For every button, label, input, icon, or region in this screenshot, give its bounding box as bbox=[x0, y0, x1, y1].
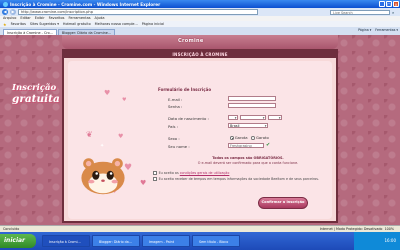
page-menu-button[interactable]: Página ▾ bbox=[358, 28, 371, 32]
start-button[interactable]: iniciar bbox=[0, 234, 36, 248]
taskbar-item[interactable]: Sem título - Bloco bbox=[192, 235, 240, 247]
system-tray: 16:00 bbox=[354, 232, 400, 250]
email-field[interactable] bbox=[228, 96, 276, 101]
taskbar-item[interactable]: Blogger: Diário da... bbox=[92, 235, 140, 247]
status-bar: Concluído Internet | Modo Protegido: Des… bbox=[0, 225, 400, 232]
favorites-button[interactable]: Favoritos bbox=[11, 22, 26, 26]
favorites-star-icon[interactable]: ★ bbox=[3, 22, 7, 27]
tab-bar: Inscrição à Cromine - Cro... Blogger: Di… bbox=[0, 27, 400, 35]
taskbar: iniciar Inscrição à Cromi... Blogger: Di… bbox=[0, 232, 400, 250]
check-icon: ✔ bbox=[266, 142, 271, 148]
window-title: Inscrição à Cromine - Cromine.com - Wind… bbox=[10, 1, 161, 7]
sex-male-label: Garoto bbox=[255, 135, 269, 140]
window-title-bar: Inscrição à Cromine - Cromine.com - Wind… bbox=[0, 0, 400, 8]
taskbar-item[interactable]: Imagem - Paint bbox=[142, 235, 190, 247]
search-icon[interactable]: ⌕ bbox=[392, 10, 397, 15]
forward-button[interactable]: ▶ bbox=[10, 9, 16, 15]
terms-prefix: Eu aceito as bbox=[158, 171, 179, 175]
name-field[interactable]: Freshgrasing bbox=[228, 143, 264, 148]
favorite-link[interactable]: Melhoras nossa comple... bbox=[95, 22, 138, 26]
ie-icon bbox=[3, 1, 8, 7]
form-title: Formulário de Inscrição bbox=[158, 87, 212, 92]
panel-header: INSCRIÇÃO À CROMINE bbox=[64, 51, 336, 58]
promo-title: Inscrição gratuita bbox=[12, 83, 86, 105]
favorite-link[interactable]: Sites Sugeridos ▾ bbox=[30, 22, 59, 26]
email-confirm-note: O e-mail deverá ser confirmado para que … bbox=[197, 161, 299, 165]
heart-icon: ♥ bbox=[104, 89, 111, 97]
clock[interactable]: 16:00 bbox=[384, 238, 396, 243]
hamster-mascot-icon bbox=[81, 158, 125, 195]
email-label: E-mail : bbox=[168, 97, 183, 102]
name-label: Seu nome : bbox=[168, 144, 190, 149]
news-row: Eu aceito receber de tempos em tempos in… bbox=[153, 177, 323, 181]
sex-male-radio[interactable] bbox=[251, 136, 255, 140]
promo-line-1: Inscrição bbox=[12, 83, 57, 93]
promo-line-2: gratuita bbox=[12, 93, 60, 105]
close-button[interactable]: × bbox=[393, 1, 399, 7]
favorite-link[interactable]: Página inicial bbox=[142, 22, 164, 26]
heart-icon: ♥ bbox=[122, 97, 127, 103]
tools-menu-button[interactable]: Ferramentas ▾ bbox=[375, 28, 398, 32]
zoom-level[interactable]: 100% bbox=[385, 227, 394, 231]
terms-checkbox[interactable] bbox=[153, 171, 157, 175]
country-select[interactable]: Brasil bbox=[228, 123, 268, 129]
required-note: Todos os campos são OBRIGATÓRIOS. bbox=[212, 156, 284, 160]
sex-female-radio[interactable] bbox=[230, 136, 234, 140]
address-bar: ◀ ▶ http://www.cromine.com/inscription.p… bbox=[0, 8, 400, 16]
birth-day-select[interactable] bbox=[228, 115, 238, 121]
search-input[interactable]: Live Search bbox=[330, 9, 390, 15]
sex-female-label: Garota bbox=[234, 135, 248, 140]
sex-label: Sexo : bbox=[168, 136, 180, 141]
news-optin-text: Eu aceito receber de tempos em tempos in… bbox=[158, 177, 320, 181]
minimize-button[interactable]: _ bbox=[379, 1, 385, 7]
country-label: País : bbox=[168, 124, 178, 129]
status-text: Concluído bbox=[3, 227, 20, 231]
heart-icon: ♥ bbox=[118, 133, 124, 140]
star-icon: ✦ bbox=[100, 143, 105, 149]
terms-link[interactable]: condições gerais de utilização bbox=[180, 171, 230, 175]
window-controls: _ □ × bbox=[379, 1, 399, 7]
birthdate-label: Data de nascimento : bbox=[168, 116, 209, 121]
birth-year-select[interactable] bbox=[268, 115, 282, 121]
command-bar: Página ▾ Ferramentas ▾ bbox=[358, 28, 398, 32]
birth-month-select[interactable] bbox=[240, 115, 266, 121]
heart-icon: ♥ bbox=[140, 179, 147, 187]
password-field[interactable] bbox=[228, 103, 276, 108]
web-page: Cromine INSCRIÇÃO À CROMINE Inscrição gr… bbox=[0, 35, 400, 225]
status-zone-text: Internet | Modo Protegido: Desativado bbox=[319, 227, 383, 231]
sex-options: Garota Garoto bbox=[230, 135, 269, 140]
butterfly-icon: ❦ bbox=[86, 130, 93, 139]
site-logo[interactable]: Cromine bbox=[178, 38, 204, 44]
taskbar-item[interactable]: Inscrição à Cromi... bbox=[42, 235, 90, 247]
maximize-button[interactable]: □ bbox=[386, 1, 392, 7]
submit-button[interactable]: Confirmar a inscrição bbox=[258, 197, 308, 209]
password-label: Senha : bbox=[168, 104, 183, 109]
terms-row: Eu aceito as condições gerais de utiliza… bbox=[153, 171, 323, 175]
news-checkbox[interactable] bbox=[153, 177, 157, 181]
back-button[interactable]: ◀ bbox=[2, 9, 8, 15]
url-input[interactable]: http://www.cromine.com/inscription.php bbox=[18, 9, 258, 15]
favorite-link[interactable]: Hotmail gratuito bbox=[63, 22, 91, 26]
